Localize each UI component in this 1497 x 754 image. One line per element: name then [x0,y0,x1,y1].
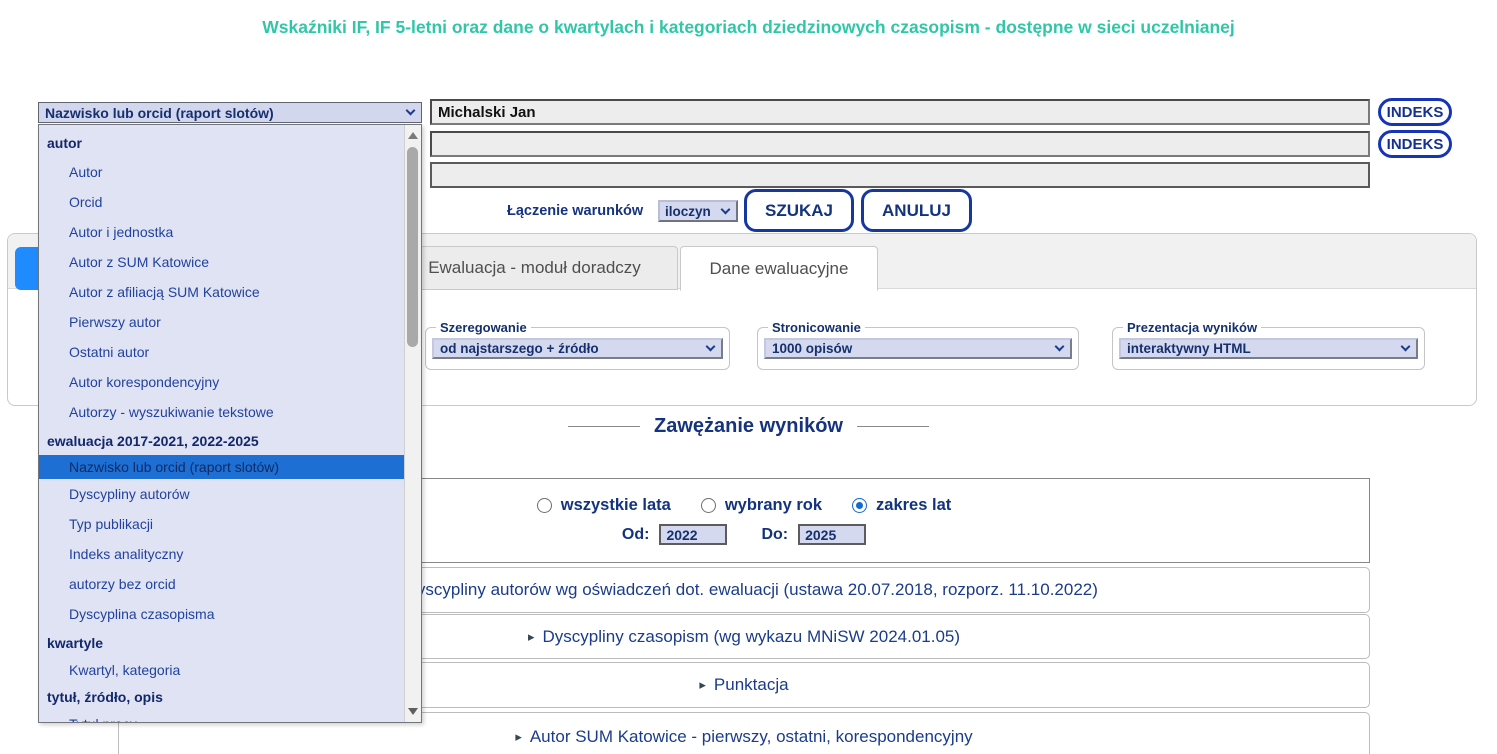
radio-zakres-lat[interactable]: zakres lat [852,496,951,515]
szukaj-button[interactable]: SZUKAJ [744,189,854,232]
dropdown-option-dyscyplina-czasopisma[interactable]: Dyscyplina czasopisma [39,599,421,629]
year-from-input[interactable] [659,524,727,545]
szeregowanie-select-value: od najstarszego + źródło [440,341,599,356]
od-label: Od: [622,526,650,544]
stronicowanie-fieldset: Stronicowanie 1000 opisów [757,320,1079,370]
szeregowanie-fieldset: Szeregowanie od najstarszego + źródło [425,320,730,370]
combine-conditions-select[interactable]: iloczyn [658,200,738,222]
scroll-up-icon[interactable] [408,132,418,139]
tab-ewaluacja-modul-doradczy[interactable]: Ewaluacja - moduł doradczy [391,246,678,290]
szeregowanie-legend: Szeregowanie [436,320,531,335]
dropdown-option-autorzy-bez-orcid[interactable]: autorzy bez orcid [39,569,421,599]
prezentacja-legend: Prezentacja wyników [1123,320,1261,335]
dropdown-option-pierwszy-autor[interactable]: Pierwszy autor [39,307,421,337]
indeks-button-2[interactable]: INDEKS [1378,130,1452,158]
radio-wybrany-rok[interactable]: wybrany rok [701,496,822,515]
dropdown-option-autorzy-wyszukiwanie[interactable]: Autorzy - wyszukiwanie tekstowe [39,397,421,427]
anuluj-button[interactable]: ANULUJ [861,189,972,232]
radio-label: wszystkie lata [561,496,671,515]
chevron-down-icon [1055,342,1065,352]
dropdown-option-typ-publikacji[interactable]: Typ publikacji [39,509,421,539]
chevron-down-icon [721,204,731,214]
tab-dane-ewaluacyjne[interactable]: Dane ewaluacyjne [680,246,878,291]
dropdown-option-autor-korespondencyjny[interactable]: Autor korespondencyjny [39,367,421,397]
query-input-1[interactable] [430,99,1370,125]
prezentacja-select[interactable]: interaktywny HTML [1119,338,1418,359]
chevron-down-icon [1401,342,1411,352]
dropdown-option-kwartyl-kategoria[interactable]: Kwartyl, kategoria [39,657,421,683]
dropdown-option-ostatni-autor[interactable]: Ostatni autor [39,337,421,367]
combine-select-value: iloczyn [665,204,711,219]
do-label: Do: [761,526,788,544]
dropdown-group-header: tytuł, źródło, opis [39,683,421,711]
expand-arrow-icon: ▸ [528,629,535,645]
search-criteria-select[interactable]: Nazwisko lub orcid (raport slotów) [38,102,422,123]
expand-arrow-icon: ▸ [515,729,522,745]
section-label: Punktacja [714,675,789,695]
page-title: Wskaźniki IF, IF 5-letni oraz dane o kwa… [0,17,1497,38]
dropdown-option-autor-z-afiliacja[interactable]: Autor z afiliacją SUM Katowice [39,277,421,307]
criteria-select-value: Nazwisko lub orcid (raport slotów) [45,105,274,121]
radio-circle-checked-icon[interactable] [852,498,867,513]
dropdown-option-nazwisko-orcid-selected[interactable]: Nazwisko lub orcid (raport slotów) [39,455,421,479]
dropdown-option-autor-z-sum[interactable]: Autor z SUM Katowice [39,247,421,277]
query-input-2[interactable] [430,131,1370,157]
heading-rule-left [568,426,640,427]
criteria-dropdown-list: autor Autor Orcid Autor i jednostka Auto… [38,124,422,723]
radio-label: zakres lat [876,496,951,515]
prezentacja-fieldset: Prezentacja wyników interaktywny HTML [1112,320,1425,370]
scroll-down-icon[interactable] [408,708,418,715]
radio-wszystkie-lata[interactable]: wszystkie lata [537,496,671,515]
expand-arrow-icon: ▸ [699,677,706,693]
dropdown-option-indeks-analityczny[interactable]: Indeks analityczny [39,539,421,569]
scrollbar-thumb[interactable] [407,147,418,347]
section-label: Dyscypliny czasopism (wg wykazu MNiSW 20… [542,627,960,647]
indeks-button-1[interactable]: INDEKS [1378,98,1452,126]
prezentacja-select-value: interaktywny HTML [1127,341,1251,356]
dropdown-scrollbar[interactable] [404,125,421,722]
radio-circle-icon[interactable] [537,498,552,513]
dropdown-option-autor[interactable]: Autor [39,157,421,187]
szeregowanie-select[interactable]: od najstarszego + źródło [432,338,723,359]
app-screen: Wskaźniki IF, IF 5-letni oraz dane o kwa… [0,0,1497,754]
dropdown-group-header: autor [39,129,421,157]
dropdown-group-header: ewaluacja 2017-2021, 2022-2025 [39,427,421,455]
chevron-down-icon [706,342,716,352]
dropdown-option-dyscypliny-autorow[interactable]: Dyscypliny autorów [39,479,421,509]
combine-conditions-label: Łączenie warunków [507,203,643,219]
dropdown-option-orcid[interactable]: Orcid [39,187,421,217]
radio-label: wybrany rok [725,496,822,515]
dropdown-group-header: kwartyle [39,629,421,657]
stronicowanie-legend: Stronicowanie [768,320,865,335]
section-label: Autor SUM Katowice - pierwszy, ostatni, … [530,727,973,747]
heading-rule-right [857,426,929,427]
stronicowanie-select[interactable]: 1000 opisów [764,338,1072,359]
dropdown-option-autor-i-jednostka[interactable]: Autor i jednostka [39,217,421,247]
year-to-input[interactable] [798,524,866,545]
radio-circle-icon[interactable] [701,498,716,513]
query-input-3[interactable] [430,162,1370,188]
chevron-down-icon [406,106,416,116]
stronicowanie-select-value: 1000 opisów [772,341,852,356]
refine-heading-text: Zawężanie wyników [654,415,843,438]
section-label: Dyscypliny autorów wg oświadczeń dot. ew… [405,580,1098,600]
dropdown-option-tytul-pracy[interactable]: Tytuł pracy [39,711,421,723]
